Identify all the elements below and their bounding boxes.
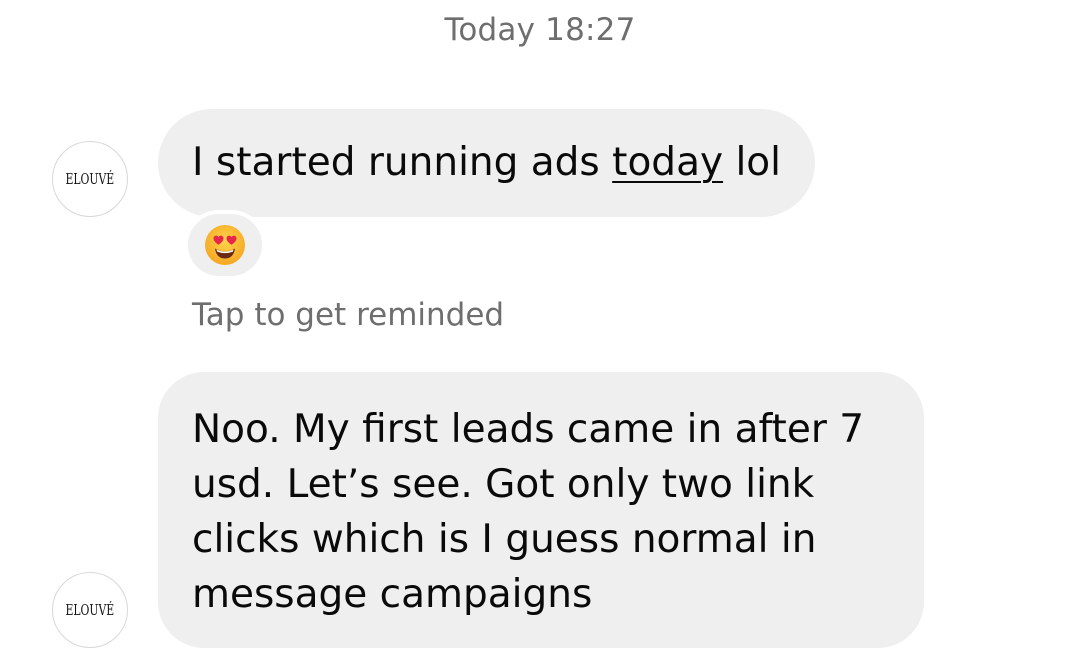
- message-bubble[interactable]: Noo. My first leads came in after 7 usd.…: [158, 372, 924, 648]
- avatar-logo-text: ELOUVÉ: [65, 170, 115, 188]
- reaction-badge[interactable]: [184, 210, 266, 280]
- message-text: Noo. My first leads came in after 7 usd.…: [192, 407, 865, 617]
- message-text: I started running ads: [192, 140, 613, 185]
- message-bubble[interactable]: I started running ads today lol: [158, 109, 815, 217]
- message-timestamp: Today 18:27: [444, 12, 636, 48]
- heart-eyes-emoji-icon: [205, 225, 245, 265]
- avatar-logo-text: ELOUVÉ: [65, 601, 115, 619]
- message-link-text[interactable]: today: [612, 140, 723, 185]
- avatar[interactable]: ELOUVÉ: [52, 572, 128, 648]
- reminder-link[interactable]: Tap to get reminded: [192, 297, 504, 333]
- avatar[interactable]: ELOUVÉ: [52, 141, 128, 217]
- chat-thread: Today 18:27 ELOUVÉ I started running ads…: [0, 0, 1080, 655]
- message-text: lol: [723, 140, 781, 185]
